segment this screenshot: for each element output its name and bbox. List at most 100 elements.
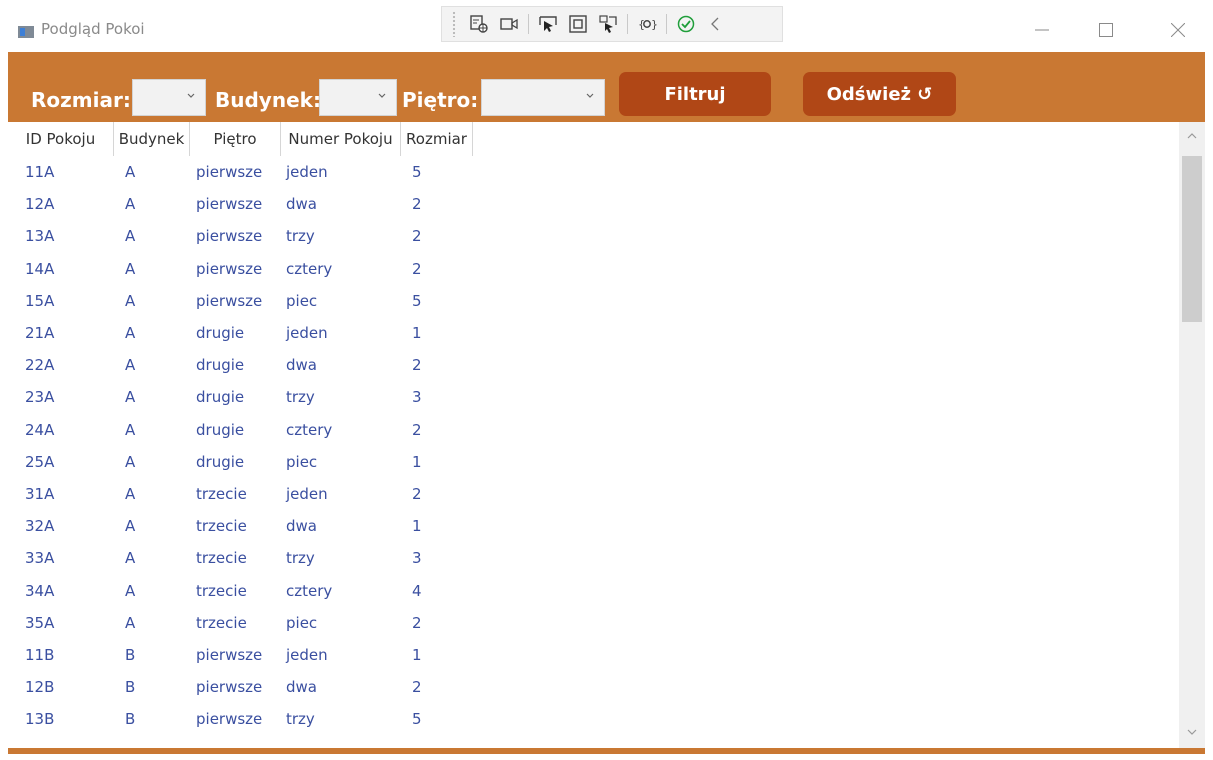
svg-text:}: } [651, 18, 657, 31]
cell-budynek: A [125, 324, 136, 343]
cell-rozmiar: 2 [412, 420, 422, 439]
cell-pietro: trzecie [196, 549, 247, 568]
cell-pietro: pierwsze [196, 195, 263, 214]
scrollbar-thumb[interactable] [1182, 156, 1202, 322]
cell-budynek: A [125, 517, 136, 536]
cell-pietro: drugie [196, 420, 245, 439]
maximize-button[interactable] [1083, 10, 1129, 50]
cell-numer-pokoju: jeden [286, 645, 328, 664]
cell-pietro: trzecie [196, 613, 247, 632]
cell-budynek: A [125, 163, 136, 182]
cell-id-pokoju: 15A [25, 291, 55, 310]
cell-numer-pokoju: trzy [286, 549, 315, 568]
column-header-id-pokoju[interactable]: ID Pokoju [8, 122, 114, 156]
grid-header: ID Pokoju Budynek Piętro Numer Pokoju Ro… [8, 122, 473, 156]
binding-failures-icon[interactable]: {} [632, 9, 662, 39]
cell-rozmiar: 1 [412, 517, 422, 536]
cell-pietro: pierwsze [196, 645, 263, 664]
cell-pietro: drugie [196, 388, 245, 407]
rooms-data-grid[interactable]: ID Pokoju Budynek Piętro Numer Pokoju Ro… [8, 122, 1205, 748]
cell-id-pokoju: 31A [25, 484, 55, 503]
close-icon [1171, 23, 1185, 37]
maximize-icon [1099, 23, 1113, 37]
cell-numer-pokoju: jeden [286, 163, 328, 182]
cell-id-pokoju: 12A [25, 195, 55, 214]
cell-budynek: A [125, 452, 136, 471]
live-visual-tree-icon[interactable] [464, 9, 494, 39]
rozmiar-select[interactable] [132, 79, 206, 116]
main-panel: Rozmiar: Budynek: Piętro: Filtruj Odświe… [8, 52, 1205, 754]
filter-button[interactable]: Filtruj [619, 72, 771, 116]
budynek-select[interactable] [319, 79, 397, 116]
cell-pietro: trzecie [196, 484, 247, 503]
refresh-button[interactable]: Odśwież ↺ [803, 72, 956, 116]
hot-reload-ok-icon[interactable] [671, 9, 701, 39]
cell-rozmiar: 2 [412, 259, 422, 278]
cell-rozmiar: 2 [412, 484, 422, 503]
toolbar-separator [666, 14, 667, 34]
cell-rozmiar: 1 [412, 324, 422, 343]
cell-numer-pokoju: dwa [286, 356, 317, 375]
cell-budynek: A [125, 581, 136, 600]
column-header-rozmiar[interactable]: Rozmiar [401, 122, 473, 156]
cell-id-pokoju: 32A [25, 517, 55, 536]
pietro-select[interactable] [481, 79, 605, 116]
cell-pietro: pierwsze [196, 163, 263, 182]
pietro-label: Piętro: [402, 88, 479, 112]
cell-id-pokoju: 24A [25, 420, 55, 439]
cell-id-pokoju: 22A [25, 356, 55, 375]
column-header-budynek[interactable]: Budynek [114, 122, 190, 156]
cell-id-pokoju: 12B [25, 678, 55, 697]
cell-budynek: A [125, 484, 136, 503]
cell-rozmiar: 2 [412, 678, 422, 697]
chevron-down-icon [378, 93, 386, 98]
chevron-down-icon [187, 93, 195, 98]
cell-budynek: B [125, 678, 136, 697]
cell-rozmiar: 5 [412, 710, 422, 729]
cell-numer-pokoju: cztery [286, 420, 333, 439]
cell-numer-pokoju: trzy [286, 710, 315, 729]
cell-numer-pokoju: cztery [286, 581, 333, 600]
cell-rozmiar: 5 [412, 291, 422, 310]
column-header-numer-pokoju[interactable]: Numer Pokoju [281, 122, 401, 156]
cell-rozmiar: 1 [412, 452, 422, 471]
column-header-pietro[interactable]: Piętro [190, 122, 281, 156]
collapse-toolbar-icon[interactable] [701, 9, 731, 39]
cell-rozmiar: 1 [412, 645, 422, 664]
select-element-icon[interactable] [533, 9, 563, 39]
cell-budynek: A [125, 259, 136, 278]
record-icon[interactable] [494, 9, 524, 39]
cell-budynek: A [125, 549, 136, 568]
cell-pietro: pierwsze [196, 710, 263, 729]
cell-pietro: pierwsze [196, 678, 263, 697]
cell-rozmiar: 3 [412, 549, 422, 568]
window-title: Podgląd Pokoi [41, 20, 145, 38]
cell-pietro: drugie [196, 452, 245, 471]
cell-numer-pokoju: dwa [286, 517, 317, 536]
cell-budynek: A [125, 420, 136, 439]
cell-pietro: pierwsze [196, 259, 263, 278]
chevron-down-icon [586, 93, 594, 98]
cell-budynek: A [125, 291, 136, 310]
cell-id-pokoju: 34A [25, 581, 55, 600]
cell-numer-pokoju: piec [286, 291, 318, 310]
app-icon [18, 26, 34, 38]
scroll-down-icon[interactable] [1186, 726, 1198, 738]
minimize-button[interactable] [1019, 10, 1065, 50]
vertical-scrollbar[interactable] [1179, 122, 1205, 748]
scroll-up-icon[interactable] [1186, 130, 1198, 142]
cell-id-pokoju: 33A [25, 549, 55, 568]
toolbar-grip[interactable] [452, 11, 456, 37]
cell-budynek: B [125, 710, 136, 729]
cell-pietro: trzecie [196, 517, 247, 536]
display-layout-adorners-icon[interactable] [563, 9, 593, 39]
track-focused-element-icon[interactable] [593, 9, 623, 39]
cell-pietro: trzecie [196, 581, 247, 600]
cell-id-pokoju: 13A [25, 227, 55, 246]
cell-budynek: A [125, 356, 136, 375]
filter-bar: Rozmiar: Budynek: Piętro: Filtruj Odświe… [8, 52, 1205, 122]
close-button[interactable] [1155, 10, 1201, 50]
cell-budynek: A [125, 227, 136, 246]
cell-id-pokoju: 35A [25, 613, 55, 632]
cell-id-pokoju: 13B [25, 710, 55, 729]
